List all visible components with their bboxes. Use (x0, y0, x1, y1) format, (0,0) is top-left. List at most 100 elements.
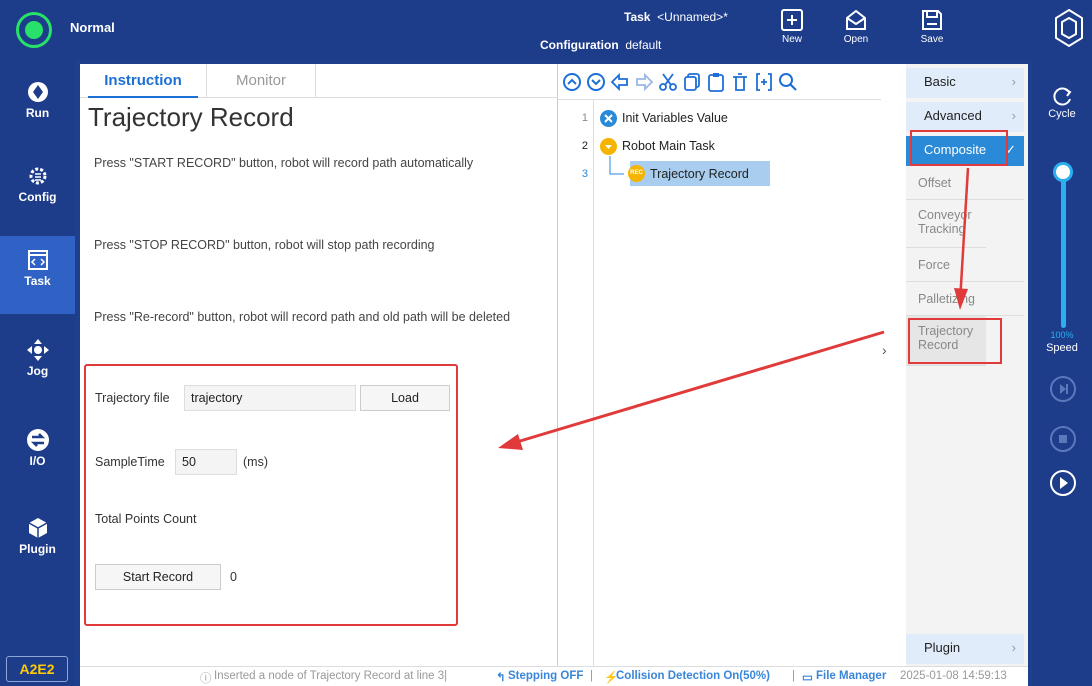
step-forward-button[interactable] (1050, 376, 1076, 402)
play-button[interactable] (1050, 470, 1076, 496)
collapse-chevron-icon[interactable]: › (882, 342, 887, 358)
nav-plugin[interactable]: Plugin (0, 504, 75, 582)
trajectory-record-highlight (908, 318, 1002, 364)
tab-monitor[interactable]: Monitor (206, 64, 316, 98)
configuration-value: default (625, 38, 662, 52)
sample-time-input[interactable]: 50 (175, 449, 237, 475)
tree-node-selected[interactable]: Trajectory Record (650, 167, 749, 181)
gear-icon (29, 167, 46, 185)
file-manager-icon: ▭ (802, 672, 813, 684)
cycle-icon[interactable] (1051, 86, 1073, 108)
task-name: <Unnamed>* (657, 10, 728, 24)
delete-icon[interactable] (730, 72, 750, 92)
category-basic[interactable]: Basic › (906, 68, 1024, 98)
stop-button[interactable] (1050, 426, 1076, 452)
main-area: Instruction Monitor Trajectory Record Pr… (80, 64, 1028, 686)
tree-node[interactable]: Init Variables Value (622, 111, 728, 125)
rec-icon: REC (628, 165, 645, 182)
nav-io-label: I/O (29, 454, 46, 468)
nav-jog[interactable]: Jog (0, 326, 75, 404)
instruction-rerecord: Press "Re-record" button, robot will rec… (94, 310, 511, 324)
device-badge[interactable]: A2E2 (6, 656, 68, 682)
undo-icon[interactable] (610, 72, 630, 92)
speed-value: 100% (1050, 330, 1074, 340)
main-task-icon (600, 138, 617, 155)
line-number-gutter (558, 100, 594, 669)
new-button[interactable]: New (770, 6, 814, 54)
move-up-icon[interactable] (562, 72, 582, 92)
tab-instruction[interactable]: Instruction (88, 64, 198, 98)
points-count-value: 0 (230, 570, 237, 584)
run-icon (27, 82, 48, 102)
tree-toolbar (558, 64, 881, 100)
status-indicator-icon (16, 12, 52, 48)
cut-icon[interactable] (658, 72, 678, 92)
nav-jog-label: Jog (26, 364, 49, 378)
top-bar: Normal Task <Unnamed>* Configuration def… (0, 0, 1092, 60)
category-plugin-label: Plugin (924, 640, 961, 655)
left-nav: Run Config Task Jog I/O Plugin A2E2 (0, 60, 75, 686)
new-label: New (781, 34, 802, 45)
file-manager-link[interactable]: File Manager (816, 670, 886, 682)
nav-task[interactable]: Task (0, 236, 75, 314)
timestamp: 2025-01-08 14:59:13 (900, 670, 1007, 682)
save-label: Save (920, 34, 944, 45)
sample-time-unit: (ms) (243, 455, 268, 469)
plugin-cube-icon (28, 518, 47, 538)
search-icon[interactable] (778, 72, 798, 92)
info-icon: ⓘ (200, 673, 212, 685)
save-button[interactable]: Save (910, 6, 954, 54)
category-advanced-label: Advanced (924, 108, 982, 123)
nav-plugin-label: Plugin (19, 542, 56, 556)
item-palletizing[interactable]: Palletizing (906, 282, 1024, 316)
speed-slider-handle[interactable] (1053, 162, 1073, 182)
nav-io[interactable]: I/O (0, 416, 75, 494)
comment-toggle-icon[interactable] (754, 72, 774, 92)
instruction-panel: Instruction Monitor Trajectory Record Pr… (80, 64, 558, 669)
move-down-icon[interactable] (586, 72, 606, 92)
new-file-icon (781, 9, 803, 31)
redo-icon[interactable] (634, 72, 654, 92)
speed-slider-fill (1061, 168, 1066, 328)
nav-run-label: Run (25, 106, 50, 120)
category-advanced[interactable]: Advanced › (906, 102, 1024, 132)
item-conveyor-tracking[interactable]: Conveyor Tracking (906, 200, 986, 248)
copy-icon[interactable] (682, 72, 702, 92)
paste-icon[interactable] (706, 72, 726, 92)
sample-time-label: SampleTime (95, 455, 165, 469)
status-message: Inserted a node of Trajectory Record at … (214, 670, 448, 682)
save-icon (922, 10, 942, 30)
status-divider: | (792, 670, 795, 682)
step-forward-icon (1060, 384, 1068, 394)
line-number: 3 (581, 168, 588, 180)
task-code-icon (27, 250, 48, 270)
open-button[interactable]: Open (834, 6, 878, 54)
io-swap-icon (26, 429, 49, 451)
tree-node[interactable]: Robot Main Task (622, 139, 715, 153)
right-control-bar: Cycle 100% Speed (1032, 60, 1092, 686)
status-bar: ⓘ Inserted a node of Trajectory Record a… (80, 666, 1028, 686)
status-divider: | (590, 670, 593, 682)
page-title: Trajectory Record (88, 102, 294, 132)
item-offset[interactable]: Offset (906, 168, 1024, 200)
category-plugin[interactable]: Plugin › (906, 634, 1024, 664)
nav-task-label: Task (24, 274, 51, 288)
trajectory-file-label: Trajectory file (95, 391, 170, 405)
load-button[interactable]: Load (360, 385, 450, 411)
chevron-right-icon: › (1011, 640, 1016, 655)
item-force[interactable]: Force (906, 248, 1024, 282)
panel-tabs: Instruction Monitor (80, 64, 558, 98)
instruction-start: Press "START RECORD" button, robot will … (94, 156, 474, 170)
line-number: 2 (581, 140, 588, 152)
nav-run[interactable]: Run (0, 68, 75, 146)
start-record-button[interactable]: Start Record (95, 564, 221, 590)
nav-config[interactable]: Config (0, 152, 75, 230)
record-form-highlight: Trajectory file trajectory Load SampleTi… (84, 364, 458, 626)
total-points-label: Total Points Count (95, 512, 197, 526)
program-tree-panel: 1 2 3 Init Variables Value Robot Main Ta… (558, 64, 881, 669)
collision-detection-status[interactable]: Collision Detection On(50%) (616, 670, 770, 682)
move-arrows-icon (26, 339, 49, 361)
trajectory-file-input[interactable]: trajectory (184, 385, 356, 411)
stop-icon (1059, 435, 1067, 443)
stepping-toggle[interactable]: Stepping OFF (508, 670, 583, 682)
